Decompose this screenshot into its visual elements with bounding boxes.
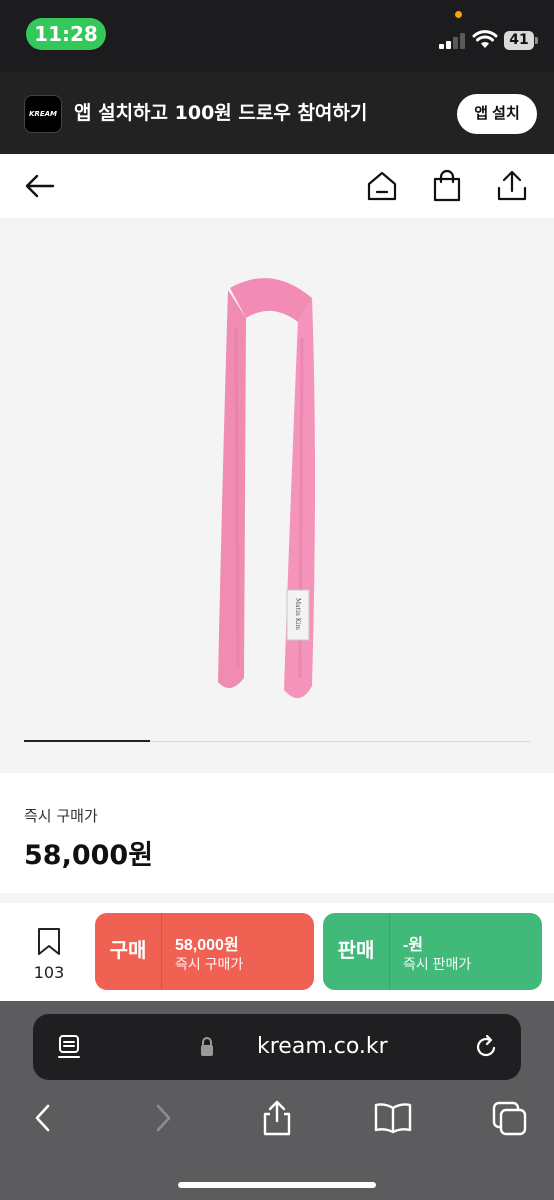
buy-subtitle: 즉시 구매가 [175, 956, 244, 972]
browser-back-icon[interactable] [24, 1099, 64, 1137]
lock-icon [201, 1037, 213, 1056]
product-image-gallery[interactable]: Matin Kim [0, 218, 554, 773]
browser-forward-icon[interactable] [142, 1099, 182, 1137]
sell-label: 판매 [337, 940, 375, 962]
home-icon[interactable] [364, 168, 400, 204]
buy-button[interactable]: 구매 58,000원 즉시 구매가 [95, 913, 314, 990]
battery-icon: 41 [504, 31, 538, 50]
status-time: 11:28 [26, 18, 106, 50]
buy-divider [161, 913, 162, 990]
address-bar[interactable]: kream.co.kr [33, 1014, 521, 1080]
bookmarks-icon[interactable] [373, 1099, 413, 1137]
cellular-signal-icon [439, 33, 467, 49]
sell-button[interactable]: 판매 -원 즉시 판매가 [323, 913, 542, 990]
buy-label: 구매 [109, 940, 147, 962]
share-icon[interactable] [494, 168, 530, 204]
page-header [0, 154, 554, 218]
wishlist-count: 103 [33, 963, 65, 982]
back-arrow-icon[interactable] [22, 168, 58, 204]
purchase-action-bar: 103 구매 58,000원 즉시 구매가 판매 -원 즉시 판매가 [0, 903, 554, 1001]
app-install-banner: KREAM 앱 설치하고 100원 드로우 참여하기 앱 설치 [0, 72, 554, 154]
instant-buy-price-value: 58,000원 [24, 840, 154, 871]
instant-buy-price-label: 즉시 구매가 [24, 807, 98, 825]
section-divider [0, 893, 554, 903]
scarf-label-text: Matin Kim [294, 598, 301, 630]
price-section: 즉시 구매가 58,000원 [0, 773, 554, 893]
product-image-pink-scarf: Matin Kim [218, 278, 315, 699]
kream-logo: KREAM [24, 95, 62, 133]
sell-subtitle: 즉시 판매가 [403, 956, 472, 972]
url-text: kream.co.kr [257, 1034, 388, 1059]
sell-divider [389, 913, 390, 990]
sell-price: -원 [403, 937, 424, 954]
browser-share-icon[interactable] [257, 1099, 297, 1137]
browser-toolbar: kream.co.kr [0, 1001, 554, 1200]
reload-icon[interactable] [474, 1034, 500, 1060]
privacy-indicator-icon [455, 11, 462, 18]
shopping-bag-icon[interactable] [429, 168, 465, 204]
image-indicator-progress [24, 740, 150, 742]
tabs-icon[interactable] [490, 1099, 530, 1137]
status-bar: 11:28 41 [0, 0, 554, 72]
buy-price: 58,000원 [175, 937, 239, 954]
install-app-button[interactable]: 앱 설치 [457, 94, 537, 134]
wifi-icon [472, 30, 498, 48]
banner-text: 앱 설치하고 100원 드로우 참여하기 [74, 102, 368, 124]
bookmark-icon [38, 928, 60, 955]
home-indicator [178, 1182, 376, 1188]
reader-icon[interactable] [57, 1034, 81, 1060]
wishlist-button[interactable]: 103 [24, 927, 74, 982]
